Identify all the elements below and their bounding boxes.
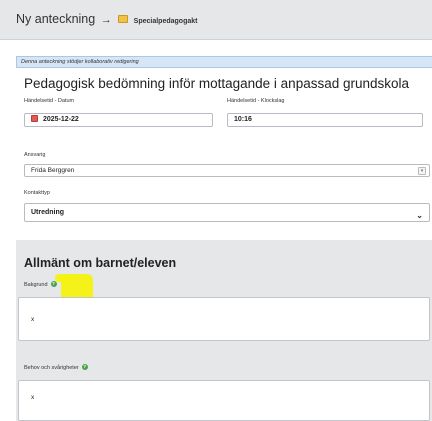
date-label: Händelsetid - Datum <box>24 98 75 104</box>
time-field[interactable]: 10:16 <box>227 113 423 127</box>
calendar-icon[interactable] <box>31 115 38 122</box>
document-title: Pedagogisk bedömning inför mottagande i … <box>24 76 410 91</box>
chevron-down-icon: ⌄ <box>416 211 423 220</box>
help-icon[interactable]: ? <box>50 281 57 287</box>
needs-label: Behov och svårigheter? <box>24 364 88 371</box>
responsible-label: Ansvarig <box>24 152 46 158</box>
note-title: Ny anteckning <box>16 12 96 26</box>
needs-label-text: Behov och svårigheter <box>24 365 79 371</box>
dropdown-toggle-icon[interactable]: ▾ <box>418 167 426 175</box>
collaboration-info-bar: Denna anteckning stödjer kollaborativ re… <box>16 56 432 68</box>
section-title: Allmänt om barnet/eleven <box>24 256 177 270</box>
breadcrumb-arrow: → <box>100 14 112 26</box>
breadcrumb: Ny anteckning → Specialpedagogakt <box>16 12 197 26</box>
background-label: Bakgrund? <box>24 281 57 288</box>
breadcrumb-folder-link[interactable]: Specialpedagogakt <box>134 18 198 25</box>
responsible-select[interactable]: Frida Berggren ▾ <box>24 164 430 177</box>
background-textarea[interactable]: x <box>18 297 430 341</box>
contact-type-value: Utredning <box>31 209 65 216</box>
background-label-text: Bakgrund <box>24 282 48 288</box>
responsible-value: Frida Berggren <box>31 167 75 174</box>
highlight-marker-top <box>55 274 69 282</box>
date-value: 2025-12-22 <box>43 116 79 123</box>
folder-icon <box>118 15 129 23</box>
time-label: Händelsetid - Klockslag <box>227 98 285 104</box>
contact-type-select[interactable]: Utredning ⌄ <box>24 203 430 222</box>
needs-textarea[interactable]: x <box>18 380 430 421</box>
page-header: Ny anteckning → Specialpedagogakt <box>0 0 432 40</box>
help-icon[interactable]: ? <box>81 364 88 370</box>
date-field[interactable]: 2025-12-22 <box>24 113 213 127</box>
contact-type-label: Kontakttyp <box>24 190 50 196</box>
